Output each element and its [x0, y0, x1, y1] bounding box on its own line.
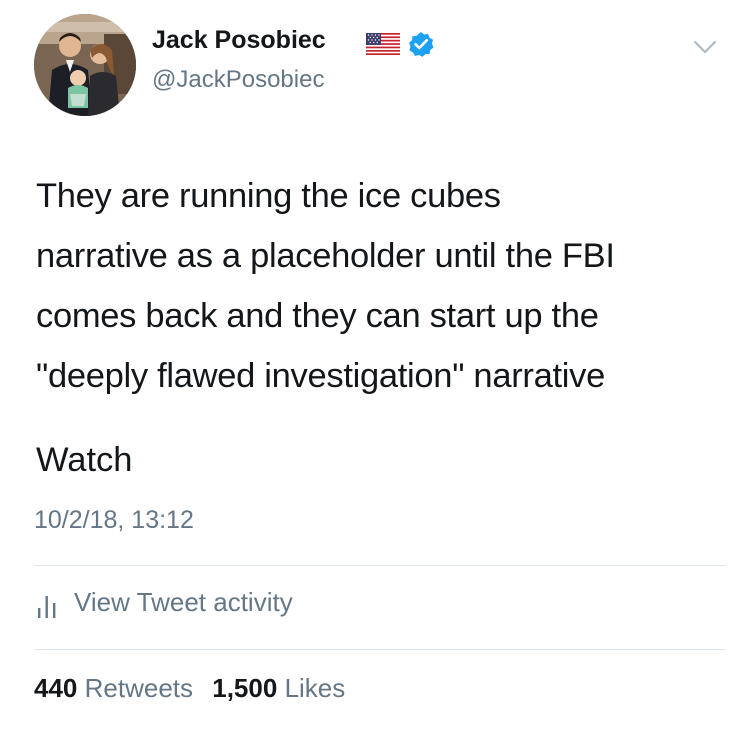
tweet-text-watch: Watch: [36, 441, 133, 479]
likes-count[interactable]: 1,500: [212, 673, 277, 703]
verified-badge-icon: [409, 32, 434, 57]
us-flag-icon: [366, 33, 400, 55]
bar-chart-icon: [38, 595, 56, 618]
divider: [34, 565, 726, 566]
tweet-card: Jack Posobiec @JackPosobiec They are run…: [0, 0, 750, 734]
retweets-count[interactable]: 440: [34, 673, 77, 703]
tweet-text: They are running the ice cubes narrative…: [36, 166, 736, 406]
view-tweet-activity-label[interactable]: View Tweet activity: [74, 587, 293, 618]
avatar[interactable]: [34, 14, 136, 116]
divider: [34, 649, 726, 650]
author-handle[interactable]: @JackPosobiec: [152, 66, 324, 94]
avatar-photo: [34, 14, 136, 116]
likes-label[interactable]: Likes: [285, 673, 346, 703]
tweet-text-line: comes back and they can start up the: [36, 297, 599, 335]
retweets-label[interactable]: Retweets: [85, 673, 193, 703]
view-tweet-activity-link[interactable]: View Tweet activity: [36, 587, 293, 618]
tweet-text-line: "deeply flawed investigation" narrative: [36, 357, 605, 395]
chevron-down-icon[interactable]: [692, 38, 718, 56]
tweet-timestamp: 10/2/18, 13:12: [34, 506, 194, 534]
author-display-name[interactable]: Jack Posobiec: [152, 26, 326, 55]
tweet-text-line: They are running the ice cubes: [36, 177, 501, 215]
tweet-text-line: narrative as a placeholder until the FBI: [36, 237, 615, 275]
tweet-stats: 440 Retweets 1,500 Likes: [34, 673, 345, 704]
